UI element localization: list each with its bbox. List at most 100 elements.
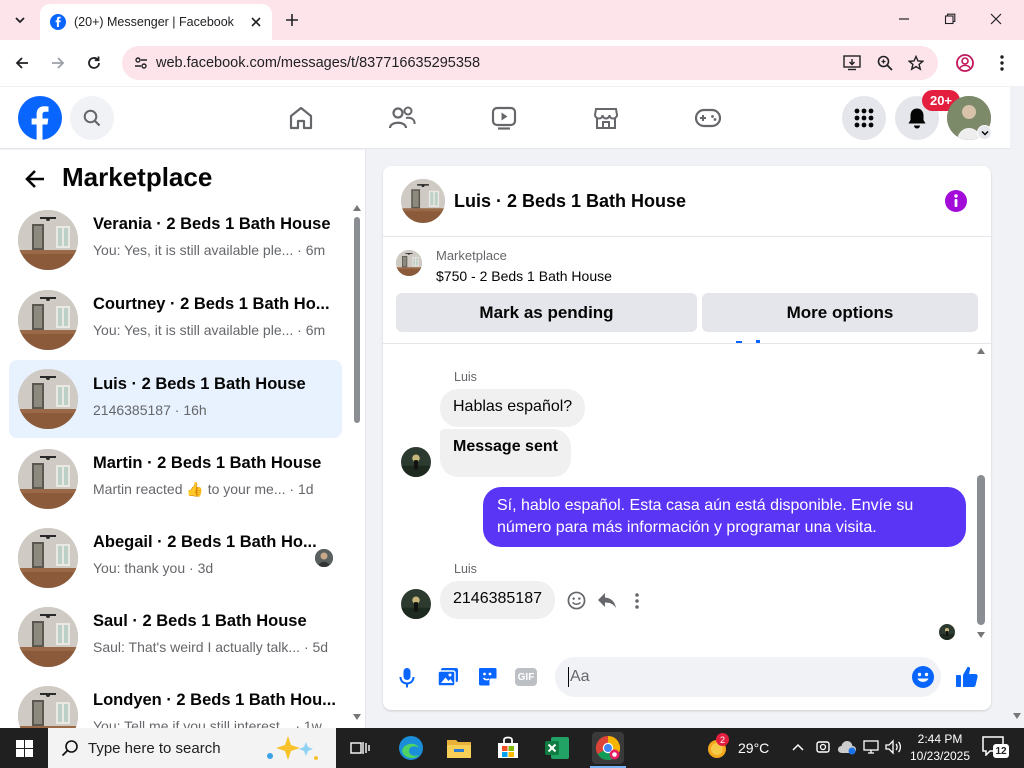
sender-avatar[interactable] [401, 447, 431, 477]
menu-button[interactable] [842, 96, 886, 140]
conversation-snippet: You: Yes, it is still available ple... ·… [93, 322, 326, 338]
profile-icon[interactable] [956, 54, 974, 72]
more-actions-icon[interactable] [634, 592, 640, 610]
reload-icon[interactable] [86, 55, 102, 71]
account-dropdown[interactable] [977, 125, 992, 140]
browser-tab-messenger[interactable]: (20+) Messenger | Facebook [40, 4, 272, 40]
tray-cloud-icon[interactable] [837, 739, 857, 755]
conversation-title: Abegail · 2 Beds 1 Bath Ho... [93, 533, 317, 551]
close-window-button[interactable] [990, 12, 1010, 28]
scroll-down-arrow-icon[interactable] [353, 714, 361, 720]
close-icon[interactable] [250, 16, 262, 28]
file-explorer-taskbar-icon[interactable] [445, 734, 473, 762]
conversation-title: Courtney · 2 Beds 1 Bath Ho... [93, 295, 330, 313]
page-scrollbar[interactable] [1010, 87, 1024, 728]
marketplace-icon[interactable] [593, 105, 619, 131]
facebook-top-nav: 20+ [0, 87, 1010, 149]
excel-taskbar-icon[interactable] [543, 734, 571, 762]
react-emoji-icon[interactable] [567, 591, 586, 610]
sticker-icon[interactable] [477, 666, 498, 687]
weather-badge: 2 [716, 733, 729, 746]
listing-thumbnail [18, 290, 78, 350]
scrollbar-thumb[interactable] [977, 475, 985, 625]
tray-network-icon[interactable] [862, 739, 880, 755]
address-bar[interactable]: web.facebook.com/messages/t/837716635295… [122, 46, 938, 80]
site-info-icon[interactable] [134, 56, 148, 70]
conversation-item[interactable]: Saul · 2 Beds 1 Bath House Saul: That's … [9, 597, 342, 675]
emoji-icon[interactable] [912, 666, 934, 688]
caret [568, 667, 569, 687]
tray-chevron-up-icon[interactable] [792, 743, 804, 751]
tab-search-button[interactable] [8, 8, 32, 32]
notification-count: 12 [993, 744, 1009, 758]
grid-menu-icon [854, 108, 874, 128]
chat-scrollbar[interactable] [975, 348, 987, 640]
weather-widget[interactable]: 2 29°C [706, 733, 776, 760]
facebook-logo-icon[interactable] [18, 96, 62, 140]
forward-arrow-icon[interactable] [50, 55, 66, 71]
scroll-down-arrow-icon[interactable] [1013, 713, 1021, 719]
maximize-button[interactable] [944, 12, 964, 28]
back-arrow-icon[interactable] [14, 55, 30, 71]
conversation-list-pane: Marketplace Verania · 2 Beds 1 Bath Hous… [0, 150, 366, 728]
gaming-icon[interactable] [694, 107, 722, 129]
conversation-item[interactable]: Abegail · 2 Beds 1 Bath Ho... You: thank… [9, 518, 342, 596]
message-bubble-incoming[interactable]: Message sent [440, 429, 571, 477]
action-center-button[interactable]: 12 [982, 736, 1009, 760]
chat-title[interactable]: Luis · 2 Beds 1 Bath House [454, 191, 686, 212]
listing-thumbnail [18, 449, 78, 509]
friends-icon[interactable] [388, 105, 416, 131]
scroll-up-arrow-icon[interactable] [977, 348, 985, 354]
search-button[interactable] [70, 96, 114, 140]
taskbar-search-box[interactable]: Type here to search [48, 728, 336, 768]
conversation-item[interactable]: Verania · 2 Beds 1 Bath House You: Yes, … [9, 200, 342, 278]
conversation-snippet: You: Tell me if you still interest... · … [93, 718, 322, 728]
info-icon[interactable] [945, 190, 967, 212]
windows-taskbar: Type here to search 2 29°C 2:44 PM 10/23… [0, 728, 1024, 768]
conversation-item-selected[interactable]: Luis · 2 Beds 1 Bath House 2146385187 · … [9, 360, 342, 438]
minimize-button[interactable] [898, 12, 918, 28]
photo-gallery-icon[interactable] [437, 667, 459, 687]
store-taskbar-icon[interactable] [494, 734, 522, 762]
windows-start-icon[interactable] [16, 740, 33, 757]
bookmark-star-icon[interactable] [908, 55, 924, 71]
task-view-icon[interactable] [350, 740, 370, 756]
conversation-item[interactable]: Londyen · 2 Beds 1 Bath Hou... You: Tell… [9, 676, 342, 728]
reply-icon[interactable] [597, 592, 617, 609]
sender-avatar[interactable] [401, 589, 431, 619]
install-app-icon[interactable] [843, 55, 861, 71]
conversation-item[interactable]: Courtney · 2 Beds 1 Bath Ho... You: Yes,… [9, 280, 342, 358]
taskbar-clock[interactable]: 2:44 PM 10/23/2025 [906, 731, 974, 765]
chrome-taskbar-icon[interactable] [592, 732, 624, 764]
video-icon[interactable] [491, 105, 517, 131]
listing-title[interactable]: $750 - 2 Beds 1 Bath House [436, 268, 612, 284]
conversation-item[interactable]: Martin · 2 Beds 1 Bath House Martin reac… [9, 439, 342, 517]
seen-avatar [939, 624, 955, 640]
message-bubble-incoming[interactable]: Hablas español? [440, 389, 586, 427]
tray-camera-icon[interactable] [815, 739, 831, 755]
edge-taskbar-icon[interactable] [397, 734, 425, 762]
home-icon[interactable] [288, 105, 314, 131]
message-input[interactable]: Aa [555, 657, 941, 697]
conversation-list-scrollbar[interactable] [352, 205, 362, 720]
message-bubble-outgoing[interactable]: Sí, hablo español. Esta casa aún está di… [483, 487, 966, 547]
browser-toolbar: web.facebook.com/messages/t/837716635295… [0, 40, 1024, 86]
gif-button[interactable]: GIF [515, 668, 537, 686]
folder-icon [447, 740, 471, 758]
more-options-button[interactable]: More options [702, 293, 978, 332]
tray-volume-icon[interactable] [885, 739, 903, 755]
kebab-menu-icon[interactable] [999, 54, 1005, 72]
zoom-icon[interactable] [877, 55, 893, 71]
mark-as-pending-button[interactable]: Mark as pending [396, 293, 697, 332]
message-bubble-incoming[interactable]: 2146385187 [440, 581, 555, 619]
thumbs-up-icon[interactable] [955, 665, 979, 689]
clock-date: 10/23/2025 [909, 749, 971, 763]
scroll-up-arrow-icon[interactable] [353, 205, 361, 211]
scroll-down-arrow-icon[interactable] [977, 632, 985, 638]
listing-thumbnail [18, 528, 78, 588]
back-arrow-icon[interactable] [24, 169, 46, 189]
scrollbar-thumb[interactable] [354, 217, 360, 423]
chat-listing-avatar[interactable] [401, 179, 445, 223]
microphone-icon[interactable] [399, 667, 415, 689]
new-tab-button[interactable] [282, 8, 302, 32]
